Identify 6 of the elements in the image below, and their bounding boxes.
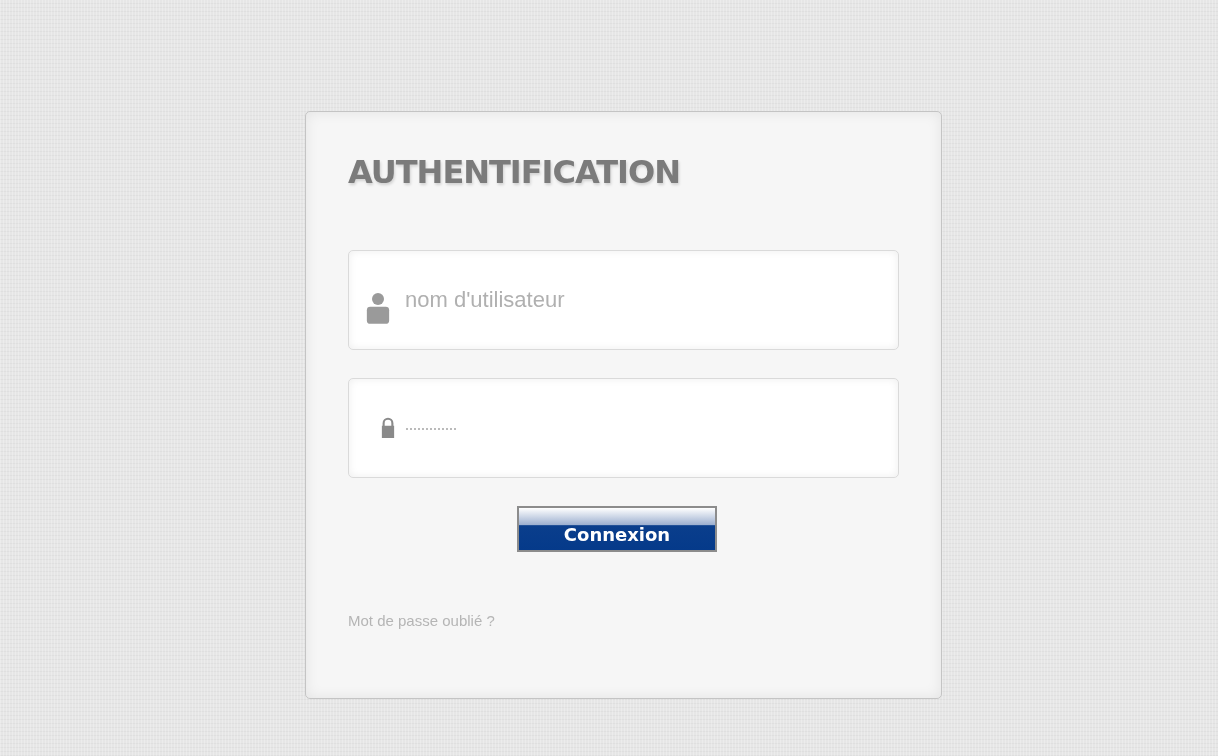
lock-icon <box>381 417 395 438</box>
connexion-button[interactable]: Connexion <box>517 506 717 552</box>
login-title: AUTHENTIFICATION <box>348 152 681 192</box>
password-field[interactable]: ············· <box>348 378 899 478</box>
username-field[interactable]: nom d'utilisateur <box>348 250 899 350</box>
user-icon <box>366 292 390 324</box>
